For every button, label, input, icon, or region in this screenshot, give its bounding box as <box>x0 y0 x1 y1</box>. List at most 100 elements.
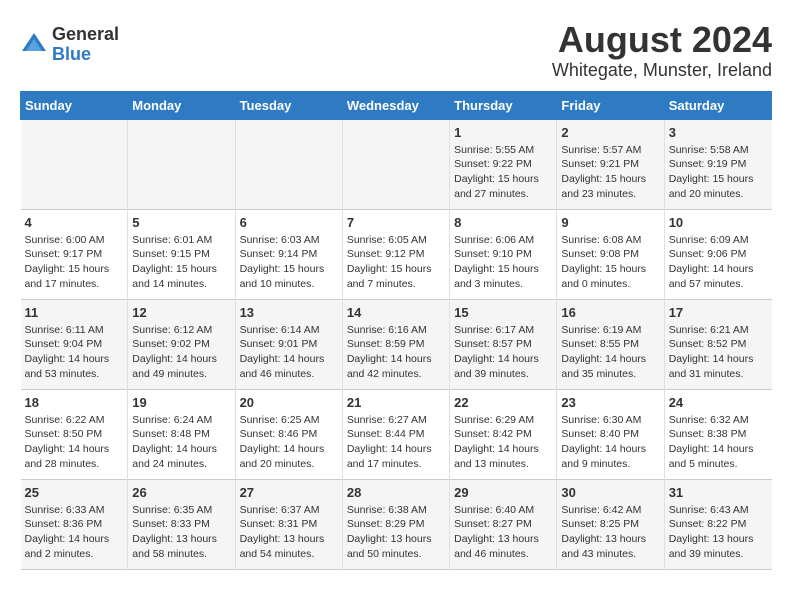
calendar-cell: 13 Sunrise: 6:14 AM Sunset: 9:01 PM Dayli… <box>235 299 342 389</box>
weekday-header-thursday: Thursday <box>450 91 557 119</box>
day-info: Sunrise: 6:06 AM Sunset: 9:10 PM Dayligh… <box>454 233 552 292</box>
calendar-cell: 28 Sunrise: 6:38 AM Sunset: 8:29 PM Dayli… <box>342 479 449 569</box>
day-number: 18 <box>25 395 124 410</box>
calendar-cell: 21 Sunrise: 6:27 AM Sunset: 8:44 PM Dayli… <box>342 389 449 479</box>
calendar-cell: 19 Sunrise: 6:24 AM Sunset: 8:48 PM Dayli… <box>128 389 235 479</box>
weekday-header-monday: Monday <box>128 91 235 119</box>
day-info: Sunrise: 6:40 AM Sunset: 8:27 PM Dayligh… <box>454 503 552 562</box>
day-number: 12 <box>132 305 230 320</box>
day-info: Sunrise: 5:57 AM Sunset: 9:21 PM Dayligh… <box>561 143 659 202</box>
calendar-cell: 12 Sunrise: 6:12 AM Sunset: 9:02 PM Dayli… <box>128 299 235 389</box>
calendar-cell: 31Sunrise: 6:43 AM Sunset: 8:22 PM Dayli… <box>664 479 771 569</box>
day-info: Sunrise: 6:33 AM Sunset: 8:36 PM Dayligh… <box>25 503 124 562</box>
day-info: Sunrise: 6:03 AM Sunset: 9:14 PM Dayligh… <box>240 233 338 292</box>
day-info: Sunrise: 6:17 AM Sunset: 8:57 PM Dayligh… <box>454 323 552 382</box>
day-info: Sunrise: 6:25 AM Sunset: 8:46 PM Dayligh… <box>240 413 338 472</box>
day-info: Sunrise: 6:24 AM Sunset: 8:48 PM Dayligh… <box>132 413 230 472</box>
calendar-week-row: 4 Sunrise: 6:00 AM Sunset: 9:17 PM Daylig… <box>21 209 772 299</box>
calendar-cell <box>21 119 128 209</box>
day-info: Sunrise: 5:55 AM Sunset: 9:22 PM Dayligh… <box>454 143 552 202</box>
day-number: 10 <box>669 215 768 230</box>
day-info: Sunrise: 6:42 AM Sunset: 8:25 PM Dayligh… <box>561 503 659 562</box>
calendar-cell: 7 Sunrise: 6:05 AM Sunset: 9:12 PM Daylig… <box>342 209 449 299</box>
day-number: 7 <box>347 215 445 230</box>
header: General Blue August 2024 Whitegate, Muns… <box>20 20 772 81</box>
calendar-cell <box>235 119 342 209</box>
calendar-cell: 5Sunrise: 6:01 AM Sunset: 9:15 PM Daylig… <box>128 209 235 299</box>
weekday-header-wednesday: Wednesday <box>342 91 449 119</box>
day-info: Sunrise: 6:29 AM Sunset: 8:42 PM Dayligh… <box>454 413 552 472</box>
day-info: Sunrise: 6:37 AM Sunset: 8:31 PM Dayligh… <box>240 503 338 562</box>
calendar-cell: 9Sunrise: 6:08 AM Sunset: 9:08 PM Daylig… <box>557 209 664 299</box>
day-info: Sunrise: 6:16 AM Sunset: 8:59 PM Dayligh… <box>347 323 445 382</box>
day-number: 27 <box>240 485 338 500</box>
day-number: 1 <box>454 125 552 140</box>
calendar-cell: 3Sunrise: 5:58 AM Sunset: 9:19 PM Daylig… <box>664 119 771 209</box>
day-number: 31 <box>669 485 768 500</box>
calendar-cell: 23Sunrise: 6:30 AM Sunset: 8:40 PM Dayli… <box>557 389 664 479</box>
day-info: Sunrise: 6:09 AM Sunset: 9:06 PM Dayligh… <box>669 233 768 292</box>
calendar-cell: 20 Sunrise: 6:25 AM Sunset: 8:46 PM Dayli… <box>235 389 342 479</box>
calendar-cell: 14 Sunrise: 6:16 AM Sunset: 8:59 PM Dayli… <box>342 299 449 389</box>
day-number: 30 <box>561 485 659 500</box>
calendar-cell: 24Sunrise: 6:32 AM Sunset: 8:38 PM Dayli… <box>664 389 771 479</box>
calendar-cell: 26Sunrise: 6:35 AM Sunset: 8:33 PM Dayli… <box>128 479 235 569</box>
day-info: Sunrise: 6:22 AM Sunset: 8:50 PM Dayligh… <box>25 413 124 472</box>
logo-text: General Blue <box>52 25 119 65</box>
day-info: Sunrise: 6:00 AM Sunset: 9:17 PM Dayligh… <box>25 233 124 292</box>
calendar-cell: 4 Sunrise: 6:00 AM Sunset: 9:17 PM Daylig… <box>21 209 128 299</box>
day-number: 11 <box>25 305 124 320</box>
calendar-cell: 8 Sunrise: 6:06 AM Sunset: 9:10 PM Daylig… <box>450 209 557 299</box>
day-info: Sunrise: 6:14 AM Sunset: 9:01 PM Dayligh… <box>240 323 338 382</box>
calendar-week-row: 11 Sunrise: 6:11 AM Sunset: 9:04 PM Dayli… <box>21 299 772 389</box>
day-number: 24 <box>669 395 768 410</box>
calendar-cell: 17 Sunrise: 6:21 AM Sunset: 8:52 PM Dayli… <box>664 299 771 389</box>
day-number: 19 <box>132 395 230 410</box>
day-number: 15 <box>454 305 552 320</box>
day-info: Sunrise: 6:30 AM Sunset: 8:40 PM Dayligh… <box>561 413 659 472</box>
day-number: 13 <box>240 305 338 320</box>
logo: General Blue <box>20 25 119 65</box>
page-title: August 2024 <box>552 20 772 60</box>
calendar-table: SundayMondayTuesdayWednesdayThursdayFrid… <box>20 91 772 570</box>
calendar-cell <box>342 119 449 209</box>
calendar-cell: 11 Sunrise: 6:11 AM Sunset: 9:04 PM Dayli… <box>21 299 128 389</box>
weekday-header-friday: Friday <box>557 91 664 119</box>
day-number: 6 <box>240 215 338 230</box>
day-number: 5 <box>132 215 230 230</box>
calendar-week-row: 18 Sunrise: 6:22 AM Sunset: 8:50 PM Dayli… <box>21 389 772 479</box>
weekday-header-saturday: Saturday <box>664 91 771 119</box>
calendar-cell: 10 Sunrise: 6:09 AM Sunset: 9:06 PM Dayli… <box>664 209 771 299</box>
day-number: 26 <box>132 485 230 500</box>
calendar-cell <box>128 119 235 209</box>
calendar-cell: 22Sunrise: 6:29 AM Sunset: 8:42 PM Dayli… <box>450 389 557 479</box>
day-number: 21 <box>347 395 445 410</box>
calendar-cell: 16Sunrise: 6:19 AM Sunset: 8:55 PM Dayli… <box>557 299 664 389</box>
calendar-week-row: 1 Sunrise: 5:55 AM Sunset: 9:22 PM Daylig… <box>21 119 772 209</box>
day-info: Sunrise: 6:12 AM Sunset: 9:02 PM Dayligh… <box>132 323 230 382</box>
calendar-cell: 27 Sunrise: 6:37 AM Sunset: 8:31 PM Dayli… <box>235 479 342 569</box>
day-info: Sunrise: 6:19 AM Sunset: 8:55 PM Dayligh… <box>561 323 659 382</box>
calendar-week-row: 25 Sunrise: 6:33 AM Sunset: 8:36 PM Dayli… <box>21 479 772 569</box>
day-number: 25 <box>25 485 124 500</box>
calendar-cell: 29 Sunrise: 6:40 AM Sunset: 8:27 PM Dayli… <box>450 479 557 569</box>
logo-blue: Blue <box>52 45 119 65</box>
logo-icon <box>20 31 48 59</box>
day-info: Sunrise: 6:08 AM Sunset: 9:08 PM Dayligh… <box>561 233 659 292</box>
day-number: 14 <box>347 305 445 320</box>
day-info: Sunrise: 6:05 AM Sunset: 9:12 PM Dayligh… <box>347 233 445 292</box>
day-info: Sunrise: 5:58 AM Sunset: 9:19 PM Dayligh… <box>669 143 768 202</box>
day-number: 4 <box>25 215 124 230</box>
day-info: Sunrise: 6:38 AM Sunset: 8:29 PM Dayligh… <box>347 503 445 562</box>
day-number: 8 <box>454 215 552 230</box>
calendar-cell: 1 Sunrise: 5:55 AM Sunset: 9:22 PM Daylig… <box>450 119 557 209</box>
calendar-cell: 18 Sunrise: 6:22 AM Sunset: 8:50 PM Dayli… <box>21 389 128 479</box>
day-number: 17 <box>669 305 768 320</box>
logo-general: General <box>52 25 119 45</box>
day-number: 20 <box>240 395 338 410</box>
day-info: Sunrise: 6:27 AM Sunset: 8:44 PM Dayligh… <box>347 413 445 472</box>
day-info: Sunrise: 6:21 AM Sunset: 8:52 PM Dayligh… <box>669 323 768 382</box>
day-number: 28 <box>347 485 445 500</box>
day-number: 29 <box>454 485 552 500</box>
day-info: Sunrise: 6:11 AM Sunset: 9:04 PM Dayligh… <box>25 323 124 382</box>
